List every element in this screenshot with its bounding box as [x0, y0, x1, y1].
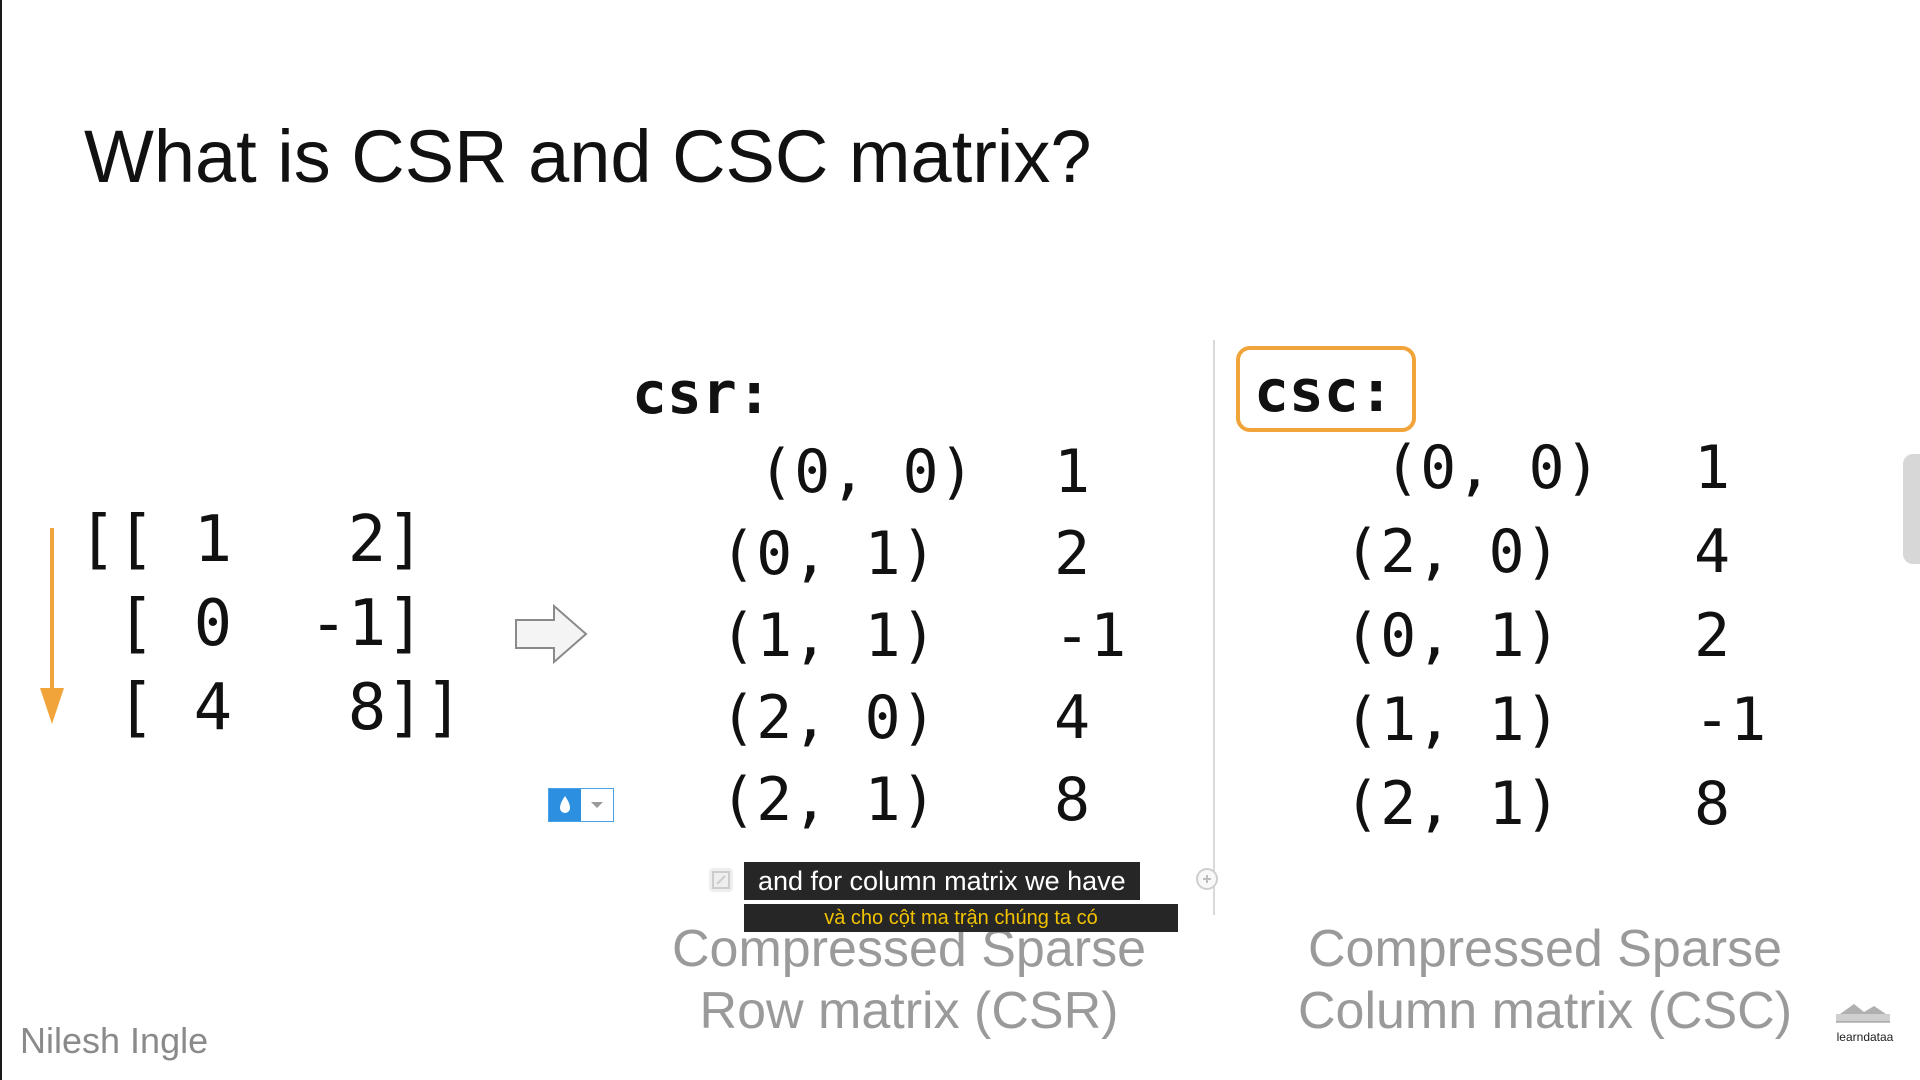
- csc-entries: (0, 0) 1 (2, 0) 4 (0, 1) 2 (1, 1) -1 (2,…: [1344, 432, 1804, 839]
- subtitle-vietnamese: và cho cột ma trận chúng ta có: [744, 904, 1178, 932]
- csc-caption: Compressed Sparse Column matrix (CSC): [1250, 918, 1840, 1042]
- csc-coord: (2, 0): [1344, 517, 1561, 587]
- csr-caption-line2: Row matrix (CSR): [699, 982, 1119, 1040]
- csr-value: -1: [1054, 601, 1127, 671]
- column-divider: [1213, 340, 1215, 915]
- csc-caption-line2: Column matrix (CSC): [1297, 982, 1793, 1040]
- csc-value: 2: [1694, 601, 1731, 671]
- drop-dropdown-widget[interactable]: [548, 788, 614, 822]
- csc-coord: (1, 1): [1344, 685, 1561, 755]
- csr-coord: (2, 1): [720, 765, 937, 835]
- csc-coord: (0, 1): [1344, 601, 1561, 671]
- chevron-down-icon[interactable]: [581, 789, 613, 821]
- matrix-row: [[ 1 2]: [78, 503, 425, 577]
- logo-text: learndataa: [1836, 1030, 1894, 1044]
- matrix-row: [ 0 -1]: [78, 587, 425, 661]
- csr-coord: (2, 0): [720, 683, 937, 753]
- plus-circle-icon[interactable]: [1196, 868, 1218, 890]
- csc-value: 4: [1694, 517, 1731, 587]
- csr-entries: (0, 0) 1 (0, 1) 2 (1, 1) -1 (2, 0) 4 (2,…: [720, 436, 1140, 836]
- csr-value: 4: [1054, 683, 1091, 753]
- csc-value: 8: [1694, 769, 1731, 839]
- csc-coord: (0, 0): [1384, 433, 1601, 503]
- author-name: Nilesh Ingle: [20, 1020, 209, 1061]
- csr-caption: Compressed Sparse Row matrix (CSR): [614, 918, 1204, 1042]
- csr-label: csr:: [632, 359, 772, 427]
- side-panel-handle[interactable]: [1903, 454, 1920, 564]
- window-left-edge: [0, 0, 2, 1080]
- csr-coord: (1, 1): [720, 601, 937, 671]
- csr-value: 8: [1054, 765, 1091, 835]
- expand-icon[interactable]: [709, 868, 733, 892]
- learndataa-logo: [1836, 1004, 1890, 1023]
- slide-title: What is CSR and CSC matrix?: [84, 115, 1092, 198]
- orange-down-arrow-icon: [40, 528, 64, 724]
- csc-label: csc:: [1254, 357, 1394, 425]
- csr-value: 2: [1054, 519, 1091, 589]
- csc-value: -1: [1694, 685, 1767, 755]
- csc-value: 1: [1694, 433, 1731, 503]
- right-arrow-icon: [515, 604, 588, 664]
- csc-caption-line1: Compressed Sparse: [1308, 920, 1782, 978]
- csr-coord: (0, 0): [758, 437, 975, 507]
- matrix-row: [ 4 8]]: [78, 671, 464, 745]
- water-drop-icon[interactable]: [549, 789, 581, 821]
- csc-coord: (2, 1): [1344, 769, 1561, 839]
- csr-value: 1: [1054, 437, 1091, 507]
- subtitle-english: and for column matrix we have: [744, 862, 1140, 900]
- csr-coord: (0, 1): [720, 519, 937, 589]
